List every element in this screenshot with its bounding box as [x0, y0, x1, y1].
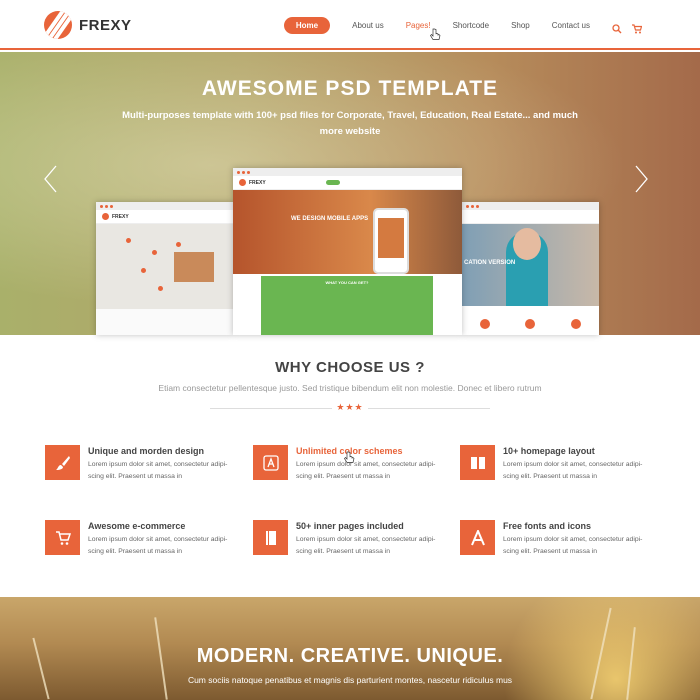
logo-icon: [44, 11, 72, 39]
feature-item: Awesome e-commerce Lorem ipsum dolor sit…: [45, 520, 245, 560]
site-header: FREXY Home About us Pages! Shortcode Sho…: [0, 0, 700, 50]
feature-desc: Lorem ipsum dolor sit amet, consectetur …: [296, 536, 436, 555]
phone-icon: [373, 208, 409, 274]
feature-desc: Lorem ipsum dolor sit amet, consectetur …: [503, 536, 643, 555]
hero-title: AWESOME PSD TEMPLATE: [201, 77, 499, 100]
slider-prev-arrow-icon[interactable]: [42, 164, 62, 194]
mockup-left-brand: FREXY: [112, 213, 129, 220]
nav-pages[interactable]: Pages!: [406, 21, 431, 30]
main-nav: Home About us Pages! Shortcode Shop Cont…: [283, 17, 643, 34]
feature-desc: Lorem ipsum dolor sit amet, consectetur …: [296, 461, 436, 480]
mockup-left-screen: FREXY: [96, 202, 233, 335]
mockup-right-screen: CATION VERSION: [462, 202, 599, 335]
pointer-cursor-icon: [430, 28, 441, 46]
banner-subtitle: Cum sociis natoque penatibus et magnis d…: [187, 675, 513, 685]
mockup-center-screen: FREXY WE DESIGN MOBILE APPS WHAT YOU CAN…: [233, 168, 462, 335]
section-subtitle: Etiam consectetur pellentesque justo. Se…: [158, 383, 542, 393]
book-icon: [253, 520, 288, 555]
pointer-cursor-icon: [344, 451, 355, 469]
nav-home[interactable]: Home: [283, 17, 331, 34]
feature-title: 50+ inner pages included: [296, 521, 404, 531]
wheat-banner: MODERN. CREATIVE. UNIQUE. Cum sociis nat…: [0, 597, 700, 700]
map-image: [96, 224, 233, 310]
slider-next-arrow-icon[interactable]: [632, 164, 652, 194]
section-title: WHY CHOOSE US ?: [275, 359, 425, 376]
logo-text: FREXY: [79, 16, 132, 34]
hero-slider: AWESOME PSD TEMPLATE Multi-purposes temp…: [0, 52, 700, 335]
feature-title: Unique and morden design: [88, 446, 205, 456]
brush-icon: [45, 445, 80, 480]
mockup-center-brand: FREXY: [249, 179, 266, 186]
feature-item: 10+ homepage layout Lorem ipsum dolor si…: [460, 445, 660, 485]
student-photo: CATION VERSION: [462, 224, 599, 306]
feature-item: Free fonts and icons Lorem ipsum dolor s…: [460, 520, 660, 560]
feature-desc: Lorem ipsum dolor sit amet, consectetur …: [88, 536, 228, 555]
feature-title: Free fonts and icons: [503, 521, 592, 531]
banner-title: MODERN. CREATIVE. UNIQUE.: [196, 645, 504, 667]
nav-about-us[interactable]: About us: [352, 21, 384, 30]
mockup-center-headline: WE DESIGN MOBILE APPS: [291, 216, 369, 222]
mockup-panel-title: WHAT YOU CAN GET?: [325, 280, 369, 285]
stars-icon: ★★★: [332, 402, 368, 412]
feature-item: Unique and morden design Lorem ipsum dol…: [45, 445, 245, 485]
feature-desc: Lorem ipsum dolor sit amet, consectetur …: [88, 461, 228, 480]
nav-shortcode[interactable]: Shortcode: [453, 21, 489, 30]
feature-item: 50+ inner pages included Lorem ipsum dol…: [253, 520, 453, 560]
app-store-icon: [253, 445, 288, 480]
page: FREXY Home About us Pages! Shortcode Sho…: [0, 0, 700, 700]
logo[interactable]: FREXY: [44, 11, 132, 39]
cart-icon[interactable]: [632, 21, 643, 33]
feature-title: 10+ homepage layout: [503, 446, 595, 456]
feature-title: Awesome e-commerce: [88, 521, 186, 531]
feature-desc: Lorem ipsum dolor sit amet, consectetur …: [503, 461, 643, 480]
mockup-hero-image: WE DESIGN MOBILE APPS: [233, 190, 462, 274]
nav-contact-us[interactable]: Contact us: [552, 21, 590, 30]
nav-shop[interactable]: Shop: [511, 21, 530, 30]
cart-icon: [45, 520, 80, 555]
mockup-right-caption: CATION VERSION: [464, 260, 516, 266]
layout-icon: [460, 445, 495, 480]
mockup-feature-panel: WHAT YOU CAN GET?: [261, 276, 433, 335]
search-icon[interactable]: [612, 21, 622, 33]
hero-subtitle: Multi-purposes template with 100+ psd fi…: [122, 110, 578, 137]
font-icon: [460, 520, 495, 555]
